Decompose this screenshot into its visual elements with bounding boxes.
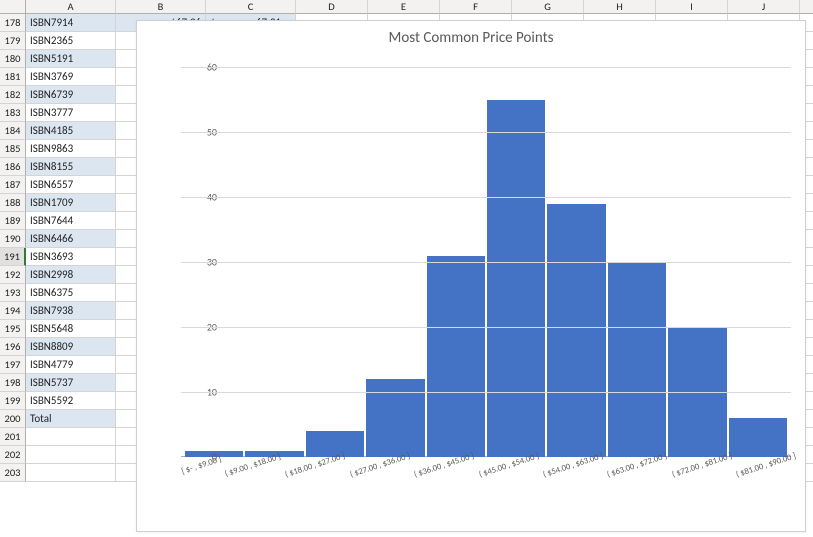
cell[interactable]: ISBN3769 xyxy=(26,68,116,86)
row-header[interactable]: 201 xyxy=(0,428,26,446)
cell[interactable]: ISBN6375 xyxy=(26,284,116,302)
cell[interactable]: ISBN4185 xyxy=(26,122,116,140)
cell[interactable]: Total xyxy=(26,410,116,428)
cell[interactable]: ISBN6739 xyxy=(26,86,116,104)
cell[interactable] xyxy=(26,446,116,464)
cell[interactable]: ISBN2998 xyxy=(26,266,116,284)
select-all-corner[interactable] xyxy=(0,0,26,14)
row-header[interactable]: 193 xyxy=(0,284,26,302)
column-header[interactable]: C xyxy=(206,0,296,14)
row-header[interactable]: 179 xyxy=(0,32,26,50)
cell[interactable]: ISBN1709 xyxy=(26,194,116,212)
chart-bar xyxy=(547,204,605,458)
cell[interactable]: ISBN7644 xyxy=(26,212,116,230)
row-header[interactable]: 186 xyxy=(0,158,26,176)
cell[interactable]: ISBN8155 xyxy=(26,158,116,176)
cell[interactable] xyxy=(26,428,116,446)
row-header[interactable]: 183 xyxy=(0,104,26,122)
row-header[interactable]: 192 xyxy=(0,266,26,284)
chart-bar xyxy=(608,262,666,457)
row-header[interactable]: 200 xyxy=(0,410,26,428)
y-gridline xyxy=(181,197,791,198)
row-header[interactable]: 199 xyxy=(0,392,26,410)
y-gridline xyxy=(181,392,791,393)
column-header[interactable]: J xyxy=(728,0,800,14)
column-header[interactable]: K xyxy=(800,0,813,14)
cell[interactable] xyxy=(26,464,116,482)
cell[interactable]: ISBN7938 xyxy=(26,302,116,320)
chart-bar xyxy=(366,379,424,457)
x-axis-labels: [ $- , $9.00 ]( $9.00 , $18.00 ]( $18.00… xyxy=(181,459,791,469)
row-header[interactable]: 185 xyxy=(0,140,26,158)
row-header[interactable]: 190 xyxy=(0,230,26,248)
chart-container[interactable]: Most Common Price Points 0102030405060 [… xyxy=(136,20,806,532)
row-header[interactable]: 194 xyxy=(0,302,26,320)
cell[interactable]: ISBN5592 xyxy=(26,392,116,410)
cell[interactable]: ISBN5191 xyxy=(26,50,116,68)
y-gridline xyxy=(181,67,791,68)
cell[interactable]: ISBN7914 xyxy=(26,14,116,32)
row-header[interactable]: 198 xyxy=(0,374,26,392)
row-header[interactable]: 180 xyxy=(0,50,26,68)
row-header[interactable]: 196 xyxy=(0,338,26,356)
row-header[interactable]: 203 xyxy=(0,464,26,482)
row-header[interactable]: 178 xyxy=(0,14,26,32)
row-header[interactable]: 184 xyxy=(0,122,26,140)
column-header[interactable]: H xyxy=(584,0,656,14)
cell[interactable]: ISBN2365 xyxy=(26,32,116,50)
row-header[interactable]: 202 xyxy=(0,446,26,464)
cell[interactable]: ISBN6466 xyxy=(26,230,116,248)
y-gridline xyxy=(181,262,791,263)
column-header[interactable]: A xyxy=(26,0,116,14)
column-header[interactable]: B xyxy=(116,0,206,14)
y-gridline xyxy=(181,327,791,328)
row-header[interactable]: 195 xyxy=(0,320,26,338)
chart-plot-area: 0102030405060 xyxy=(181,67,791,457)
row-header[interactable]: 182 xyxy=(0,86,26,104)
row-header[interactable]: 188 xyxy=(0,194,26,212)
column-header[interactable]: F xyxy=(440,0,512,14)
row-header[interactable]: 187 xyxy=(0,176,26,194)
row-header[interactable]: 181 xyxy=(0,68,26,86)
cell[interactable]: ISBN6557 xyxy=(26,176,116,194)
chart-bar xyxy=(427,256,485,458)
chart-bar xyxy=(487,100,545,458)
cell[interactable]: ISBN5648 xyxy=(26,320,116,338)
cell[interactable]: ISBN3777 xyxy=(26,104,116,122)
cell[interactable]: ISBN4779 xyxy=(26,356,116,374)
chart-title: Most Common Price Points xyxy=(137,21,805,51)
cell[interactable]: ISBN5737 xyxy=(26,374,116,392)
row-header[interactable]: 197 xyxy=(0,356,26,374)
chart-bar xyxy=(729,418,787,457)
cell[interactable]: ISBN9863 xyxy=(26,140,116,158)
cell[interactable]: ISBN8809 xyxy=(26,338,116,356)
row-header[interactable]: 191 xyxy=(0,248,26,266)
row-header[interactable]: 189 xyxy=(0,212,26,230)
column-header[interactable]: D xyxy=(296,0,368,14)
cell[interactable]: ISBN3693 xyxy=(26,248,116,266)
column-header[interactable]: E xyxy=(368,0,440,14)
y-gridline xyxy=(181,132,791,133)
column-header[interactable]: G xyxy=(512,0,584,14)
column-header[interactable]: I xyxy=(656,0,728,14)
